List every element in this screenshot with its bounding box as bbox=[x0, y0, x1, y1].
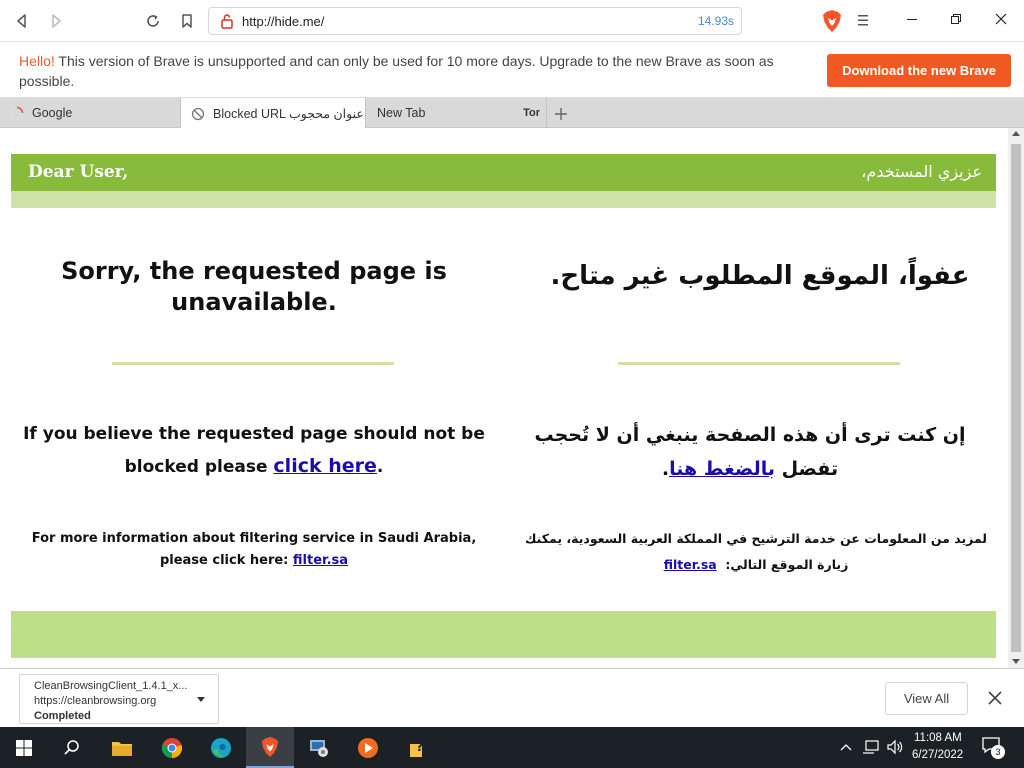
insecure-lock-icon[interactable] bbox=[219, 13, 235, 29]
download-menu-caret-icon[interactable] bbox=[197, 697, 205, 702]
browser-toolbar: http://hide.me/ 14.93s bbox=[0, 0, 1024, 42]
unblock-period-en: . bbox=[376, 457, 384, 477]
divider-en bbox=[112, 362, 394, 365]
banner-message: Hello! This version of Brave is unsuppor… bbox=[19, 51, 814, 91]
volume-icon[interactable] bbox=[886, 739, 904, 755]
brave-taskbar-icon[interactable] bbox=[246, 727, 294, 768]
restore-icon[interactable] bbox=[934, 4, 978, 34]
filter-sa-link-ar[interactable]: filter.sa bbox=[664, 557, 717, 572]
scroll-down-arrow-icon[interactable] bbox=[1012, 659, 1020, 664]
unavailable-heading-en: Sorry, the requested page is unavailable… bbox=[61, 257, 447, 316]
new-tab-plus-icon[interactable] bbox=[553, 106, 569, 122]
greeting-bar: Dear User, عزيزي المستخدم، bbox=[11, 154, 996, 191]
page-viewport: Dear User, عزيزي المستخدم، Sorry, the re… bbox=[0, 128, 1008, 668]
greeting-en: Dear User, bbox=[28, 162, 129, 182]
load-time: 14.93s bbox=[697, 14, 734, 28]
tab-new-tab[interactable]: New Tab Tor bbox=[366, 98, 547, 128]
click-here-link[interactable]: click here bbox=[273, 455, 376, 477]
tab-label: Blocked URL عنوان محجوب bbox=[213, 107, 363, 121]
back-icon[interactable] bbox=[10, 9, 34, 33]
reload-icon[interactable] bbox=[141, 9, 165, 33]
unblock-request-en: If you believe the requested page should… bbox=[20, 418, 488, 483]
minimize-icon[interactable] bbox=[890, 4, 934, 34]
help-tool-icon[interactable]: ? bbox=[393, 727, 441, 768]
loading-spinner-icon bbox=[10, 106, 24, 120]
menu-icon[interactable] bbox=[856, 11, 870, 29]
unavailable-heading-ar: عفواً، الموقع المطلوب غير متاح. bbox=[550, 261, 970, 291]
footer-bar bbox=[11, 611, 996, 658]
unblock-request-ar: إن كنت ترى أن هذه الصفحة ينبغي أن لا تُح… bbox=[520, 418, 980, 486]
address-bar[interactable]: http://hide.me/ 14.93s bbox=[208, 7, 742, 35]
clock-date[interactable]: 6/27/2022 bbox=[912, 749, 963, 761]
click-here-link-ar[interactable]: بالضغط هنا bbox=[669, 458, 775, 480]
clock-time[interactable]: 11:08 AM bbox=[914, 732, 962, 744]
tab-blocked-url[interactable]: Blocked URL عنوان محجوب bbox=[181, 98, 366, 129]
filter-info-text-en: For more information about filtering ser… bbox=[31, 531, 477, 568]
brave-lion-icon[interactable] bbox=[821, 9, 843, 33]
edge-icon[interactable] bbox=[197, 727, 245, 768]
download-item[interactable]: CleanBrowsingClient_1.4.1_x... https://c… bbox=[19, 674, 219, 724]
tray-chevron-up-icon[interactable] bbox=[840, 742, 852, 752]
notifications-icon[interactable]: 3 bbox=[982, 737, 1006, 759]
view-all-button[interactable]: View All bbox=[885, 682, 968, 715]
tab-label: Google bbox=[32, 106, 73, 120]
tab-google[interactable]: Google bbox=[0, 98, 181, 128]
close-icon[interactable] bbox=[979, 4, 1023, 34]
banner-text: This version of Brave is unsupported and… bbox=[19, 53, 774, 89]
download-shelf: CleanBrowsingClient_1.4.1_x... https://c… bbox=[0, 668, 1024, 727]
network-icon[interactable] bbox=[862, 739, 880, 755]
start-windows-icon[interactable] bbox=[0, 727, 48, 768]
media-player-icon[interactable] bbox=[344, 727, 392, 768]
url-text[interactable]: http://hide.me/ bbox=[242, 14, 324, 29]
svg-text:?: ? bbox=[416, 740, 424, 755]
download-status: Completed bbox=[34, 710, 91, 722]
filter-sa-link[interactable]: filter.sa bbox=[293, 553, 348, 568]
tab-label: New Tab bbox=[377, 106, 426, 120]
scrollbar-thumb[interactable] bbox=[1011, 144, 1021, 652]
page-scrollbar[interactable] bbox=[1008, 128, 1024, 668]
blocked-globe-icon bbox=[191, 107, 205, 120]
divider-ar bbox=[618, 362, 900, 365]
tor-badge: Tor bbox=[523, 107, 540, 119]
bookmark-icon[interactable] bbox=[175, 9, 199, 33]
filter-info-ar: لمزيد من المعلومات عن خدمة الترشيح في ال… bbox=[520, 526, 992, 578]
greeting-ar: عزيزي المستخدم، bbox=[861, 162, 982, 181]
filter-info-text-ar: لمزيد من المعلومات عن خدمة الترشيح في ال… bbox=[524, 531, 988, 572]
tab-bar: Google Blocked URL عنوان محجوب New Tab T… bbox=[0, 98, 1024, 129]
header-strip bbox=[11, 191, 996, 208]
notification-count-badge: 3 bbox=[991, 745, 1005, 759]
forward-icon[interactable] bbox=[44, 9, 68, 33]
download-source: https://cleanbrowsing.org bbox=[34, 695, 157, 707]
taskbar: ? 11:08 AM 6/27/2022 3 bbox=[0, 727, 1024, 768]
download-new-brave-button[interactable]: Download the new Brave bbox=[827, 54, 1011, 87]
file-explorer-icon[interactable] bbox=[98, 727, 146, 768]
download-file-name: CleanBrowsingClient_1.4.1_x... bbox=[34, 680, 188, 692]
chrome-icon[interactable] bbox=[148, 727, 196, 768]
filter-info-en: For more information about filtering ser… bbox=[20, 528, 488, 572]
network-app-icon[interactable] bbox=[295, 727, 343, 768]
banner-hello: Hello! bbox=[19, 53, 55, 69]
search-icon[interactable] bbox=[48, 727, 96, 768]
close-shelf-icon[interactable] bbox=[986, 689, 1004, 707]
unblock-text-en: If you believe the requested page should… bbox=[23, 424, 485, 477]
update-banner: Hello! This version of Brave is unsuppor… bbox=[0, 42, 1024, 98]
scroll-up-arrow-icon[interactable] bbox=[1012, 131, 1020, 136]
